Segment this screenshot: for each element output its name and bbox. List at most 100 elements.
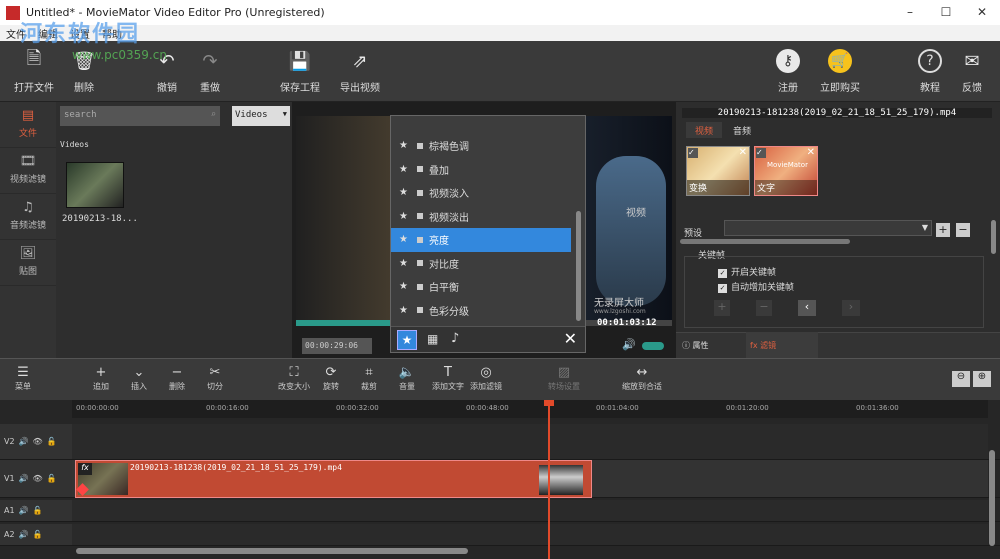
timeline-menu-button[interactable]: ☰ 菜单: [6, 365, 40, 392]
crop-button[interactable]: ⌗ 裁剪: [352, 365, 386, 392]
star-icon[interactable]: ★: [399, 281, 413, 292]
preset-select[interactable]: ▼: [724, 220, 932, 236]
remove-button[interactable]: − 删除: [160, 365, 194, 392]
star-icon[interactable]: ★: [399, 140, 413, 151]
close-button[interactable]: ✕: [964, 0, 1000, 25]
eye-icon[interactable]: 👁: [33, 474, 43, 483]
star-icon[interactable]: ★: [399, 187, 413, 198]
menu-edit[interactable]: 编辑: [32, 26, 64, 41]
keyframe-enable-checkbox[interactable]: ✓ 开启关键帧: [718, 265, 776, 278]
lock-icon[interactable]: 🔓: [33, 506, 43, 515]
close-icon[interactable]: ✕: [807, 147, 815, 158]
search-input[interactable]: search ⌕: [60, 106, 220, 126]
keyframe-auto-checkbox[interactable]: ✓ 自动增加关键帧: [718, 280, 794, 293]
sidebar-item-files[interactable]: ▤ 文件: [0, 102, 56, 148]
zoom-fit-button[interactable]: ↔ 缩放到合适: [622, 365, 662, 392]
menu-help[interactable]: 帮助: [96, 26, 128, 41]
tab-audio[interactable]: 音频: [724, 122, 760, 138]
favorites-tab[interactable]: ★: [397, 330, 417, 350]
sidebar-item-stickers[interactable]: 🖼 贴图: [0, 240, 56, 286]
star-icon[interactable]: ★: [399, 305, 413, 316]
speaker-icon[interactable]: 🔊: [19, 506, 29, 515]
timeline-hscrollbar[interactable]: [76, 548, 468, 554]
speaker-icon[interactable]: 🔊: [19, 530, 29, 539]
add-filter-button[interactable]: ◎ 添加滤镜: [468, 365, 504, 392]
props-hscrollbar[interactable]: [680, 239, 850, 244]
close-icon[interactable]: ✕: [739, 147, 747, 158]
transition-button[interactable]: ▨ 转场设置: [546, 365, 582, 392]
playhead-handle[interactable]: [544, 400, 555, 406]
filter-item[interactable]: ★ 视频淡出: [391, 205, 585, 229]
sidebar-item-video-filters[interactable]: 🎞 视频滤镜: [0, 148, 56, 194]
timeline-ruler[interactable]: 00:00:00:00 00:00:16:00 00:00:32:00 00:0…: [72, 400, 988, 418]
add-preset-button[interactable]: +: [936, 223, 950, 237]
tab-properties[interactable]: ⓘ 属性: [682, 340, 709, 351]
volume-icon[interactable]: 🔊: [622, 338, 636, 351]
prev-keyframe-button[interactable]: ‹: [798, 300, 816, 316]
sidebar-item-audio-filters[interactable]: ♫ 音频滤镜: [0, 194, 56, 240]
buy-now-button[interactable]: 🛒 立即购买: [812, 49, 868, 94]
filter-label: 叠加: [429, 165, 449, 177]
feedback-button[interactable]: ✉ 反馈: [944, 49, 1000, 95]
lock-icon[interactable]: 🔓: [33, 530, 43, 539]
fx-icon: fx: [78, 463, 92, 475]
maximize-button[interactable]: ☐: [928, 0, 964, 25]
insert-button[interactable]: ⌄ 插入: [122, 365, 156, 392]
playhead[interactable]: [544, 400, 555, 559]
volume-button[interactable]: 🔈 音量: [390, 365, 424, 392]
track-header: V2 🔊 👁 🔓: [0, 424, 72, 459]
tab-filters[interactable]: fx 滤镜: [746, 332, 818, 358]
eye-icon[interactable]: 👁: [33, 437, 43, 446]
resize-button[interactable]: ⛶ 改变大小: [276, 365, 312, 392]
lock-icon[interactable]: 🔓: [47, 437, 57, 446]
music-icon[interactable]: ♪: [451, 331, 459, 346]
export-video-button[interactable]: ⇗ 导出视频: [332, 49, 388, 95]
filter-item[interactable]: ★ 叠加: [391, 158, 585, 182]
split-button[interactable]: ✂ 切分: [198, 365, 232, 392]
save-project-button[interactable]: 💾 保存工程: [272, 49, 328, 95]
filter-item[interactable]: ★ 视频淡入: [391, 181, 585, 205]
star-icon[interactable]: ★: [399, 211, 413, 222]
register-button[interactable]: ⚷ 注册: [760, 49, 816, 94]
rotate-button[interactable]: ⟳ 旋转: [314, 365, 348, 392]
redo-button[interactable]: ↷ 重做: [182, 49, 238, 95]
media-thumbnail[interactable]: [66, 162, 124, 208]
filter-scrollbar[interactable]: [576, 211, 581, 321]
menu-settings[interactable]: 设置: [64, 26, 96, 41]
filter-thumb-transform[interactable]: ✓ ✕ 变换: [686, 146, 750, 196]
remove-preset-button[interactable]: −: [956, 223, 970, 237]
add-keyframe-button[interactable]: +: [714, 300, 730, 316]
speaker-icon[interactable]: 🔊: [19, 437, 29, 446]
append-button[interactable]: + 追加: [84, 365, 118, 392]
volume-slider[interactable]: [642, 342, 664, 350]
star-icon[interactable]: ★: [399, 258, 413, 269]
menu-file[interactable]: 文件: [0, 26, 32, 41]
props-vscrollbar[interactable]: [991, 220, 996, 254]
filter-item[interactable]: ★ 色彩分级: [391, 299, 585, 323]
next-keyframe-button[interactable]: ›: [842, 300, 860, 316]
filter-item-selected[interactable]: ★ 亮度: [391, 228, 571, 252]
close-icon[interactable]: ✕: [564, 329, 577, 348]
video-watermark-2: 无录屏大师: [594, 298, 644, 309]
undo-label: 撤销: [157, 83, 177, 94]
open-file-button[interactable]: 🗎 打开文件: [6, 48, 62, 94]
star-icon[interactable]: ★: [399, 234, 413, 245]
media-type-select[interactable]: Videos ▼: [232, 106, 290, 126]
star-icon[interactable]: ★: [399, 164, 413, 175]
timeline-clip[interactable]: fx 20190213-181238(2019_02_21_18_51_25_1…: [75, 460, 592, 498]
film-icon[interactable]: ▦: [427, 332, 438, 346]
speaker-icon[interactable]: 🔊: [19, 474, 29, 483]
timeline-vscrollbar[interactable]: [989, 450, 995, 546]
add-text-button[interactable]: T 添加文字: [430, 365, 466, 392]
minimize-button[interactable]: –: [892, 0, 928, 25]
filter-item[interactable]: ★ 白平衡: [391, 275, 585, 299]
remove-keyframe-button[interactable]: −: [756, 300, 772, 316]
filter-thumb-text[interactable]: ✓ ✕ MovieMator 文字: [754, 146, 818, 196]
zoom-out-button[interactable]: ⊖: [952, 371, 970, 387]
tab-video[interactable]: 视频: [686, 122, 722, 138]
filter-item[interactable]: ★ 棕褐色调: [391, 134, 585, 158]
filter-item[interactable]: ★ 对比度: [391, 252, 585, 276]
delete-button[interactable]: 🗑 删除: [56, 49, 112, 95]
zoom-in-button[interactable]: ⊕: [973, 371, 991, 387]
lock-icon[interactable]: 🔓: [47, 474, 57, 483]
